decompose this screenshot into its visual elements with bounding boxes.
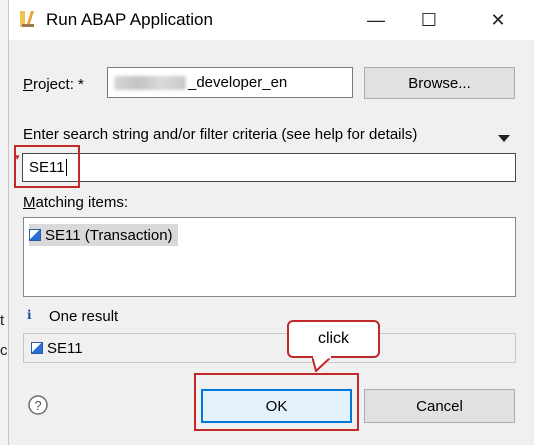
project-label: Project: * xyxy=(23,76,84,93)
search-input[interactable]: SE11 xyxy=(22,153,516,182)
info-icon: i xyxy=(27,308,32,322)
filter-dropdown-icon[interactable] xyxy=(498,130,510,148)
list-item[interactable]: SE11 (Transaction) xyxy=(29,224,178,246)
app-icon xyxy=(18,9,38,29)
project-field[interactable]: _developer_en xyxy=(107,67,353,98)
background-text-fragment: c xyxy=(0,342,8,359)
matching-items-list[interactable]: SE11 (Transaction) xyxy=(23,217,516,297)
callout-text: click xyxy=(317,330,350,347)
selected-item-label: SE11 xyxy=(47,339,83,357)
selected-item-field: SE11 xyxy=(23,333,516,363)
background-text-fragment: t xyxy=(0,312,5,329)
project-field-value: _developer_en xyxy=(188,74,288,91)
search-label: Enter search string and/or filter criter… xyxy=(23,126,418,143)
transaction-icon xyxy=(29,229,41,241)
matching-items-label: Matching items: xyxy=(23,194,129,211)
help-button[interactable]: ? xyxy=(28,395,48,420)
browse-button[interactable]: Browse... xyxy=(364,67,515,99)
background-window-strip: t c xyxy=(0,0,9,445)
callout-pointer xyxy=(312,356,334,372)
result-count-text: One result xyxy=(49,308,119,325)
search-highlight-box xyxy=(14,145,80,188)
help-icon: ? xyxy=(34,398,41,413)
maximize-button[interactable]: ☐ xyxy=(406,0,452,40)
minimize-button[interactable]: — xyxy=(353,0,399,40)
ok-button[interactable]: OK xyxy=(201,389,352,423)
close-button[interactable]: ✕ xyxy=(475,0,521,40)
redacted-project-prefix xyxy=(114,75,186,90)
list-item-label: SE11 (Transaction) xyxy=(45,226,173,244)
cancel-button[interactable]: Cancel xyxy=(364,389,515,423)
window-title: Run ABAP Application xyxy=(46,10,213,29)
click-callout: click xyxy=(287,320,380,358)
transaction-icon xyxy=(31,342,43,354)
